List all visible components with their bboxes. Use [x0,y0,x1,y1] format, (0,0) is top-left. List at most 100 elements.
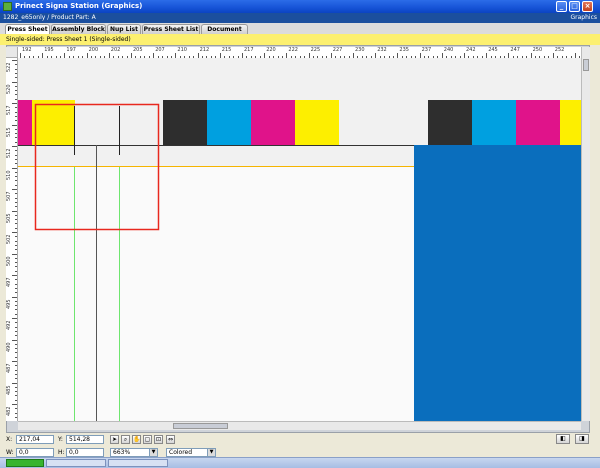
ruler-label: 197 [66,47,76,53]
ruler-tick [15,111,17,113]
close-button[interactable]: × [582,1,593,12]
panel-right-icon[interactable]: ◨ [575,434,589,444]
status-indicator [6,459,44,467]
ruler-corner [6,47,18,58]
ruler-label: 210 [177,47,187,53]
tab-document[interactable]: Document [201,24,248,34]
ruler-label: 242 [466,47,476,53]
ruler-tick [15,378,17,380]
w-label: W: [6,449,14,456]
ruler-tick [15,90,17,92]
ruler-tick [15,391,17,393]
ruler-tick [15,68,17,70]
ruler-label: 225 [310,47,321,53]
ruler-tick [15,352,17,354]
tab-press-sheet[interactable]: Press Sheet [5,24,50,34]
chevron-down-icon[interactable]: ▼ [207,449,215,456]
ruler-tick [15,292,17,294]
ruler-label: 500 [6,255,12,266]
horizontal-scrollbar[interactable] [18,421,581,430]
ruler-label: 215 [221,47,232,53]
ruler-tick [15,244,17,246]
ruler-label: 505 [6,212,12,223]
magenta-patch [251,100,295,145]
ruler-tick [15,184,17,186]
x-coordinate-field[interactable]: 217,04 [16,435,54,444]
ruler-label: 482 [6,406,12,416]
ruler-tick [12,361,17,362]
ruler-tick [15,330,17,332]
ruler-label: 227 [332,47,343,53]
ruler-tick [15,120,17,122]
ruler-label: 520 [6,83,12,94]
h-label: H: [58,449,65,456]
color-mode-select[interactable]: Colored ▼ [166,448,216,457]
zoom-select[interactable]: 663% ▼ [110,448,158,457]
select-tool-icon[interactable]: ▢ [143,435,152,444]
ruler-tick [12,253,17,255]
y-coordinate-field[interactable]: 514,28 [66,435,104,444]
ruler-tick [12,189,17,190]
ruler-label: 202 [110,47,121,53]
minimize-button[interactable]: _ [556,1,567,12]
magenta-patch [18,100,32,145]
ruler-label: 217 [244,47,254,53]
ruler-tick [15,257,17,259]
ruler-tick [15,266,17,268]
status-segment [46,459,106,467]
yellow-patch [32,100,75,145]
vertical-scroll-thumb[interactable] [583,59,589,71]
width-field[interactable]: 0,0 [16,448,54,457]
ruler-label: 220 [266,47,276,53]
press-sheet-canvas[interactable] [18,58,581,421]
maximize-button[interactable]: □ [569,1,580,12]
ruler-label: 522 [6,62,12,72]
chevron-down-icon[interactable]: ▼ [149,449,157,456]
fit-tool-icon[interactable]: ⊡ [154,435,163,444]
ruler-label: 252 [554,47,565,53]
ruler-label: 495 [6,298,12,309]
ruler-tick [15,141,17,143]
hand-tool-icon[interactable]: ✋ [132,435,141,444]
ruler-tick [15,412,17,414]
black-patch [163,100,207,145]
sheet-graphics [18,58,581,421]
ruler-label: 205 [133,47,143,53]
ruler-tick [15,180,17,182]
height-field[interactable]: 0,0 [66,448,104,457]
arrow-tool-icon[interactable]: ➤ [110,435,119,444]
ruler-tick [15,343,17,345]
window-title: Prinect Signa Station (Graphics) [15,2,143,10]
ruler-label: 490 [6,341,12,352]
panel-left-icon[interactable]: ◧ [556,434,570,444]
ruler-tick [15,386,17,388]
vertical-scrollbar[interactable] [581,47,590,421]
ruler-tick [12,232,17,233]
ruler-label: 240 [443,47,454,53]
title-bar: Prinect Signa Station (Graphics) _ □ × [0,0,600,13]
yellow-patch [295,100,339,145]
ruler-label: 250 [532,47,543,53]
sheet-info-bar: Single-sided: Press Sheet 1 (Single-side… [0,34,600,45]
tab-assembly-block[interactable]: Assembly Block [51,24,106,34]
tab-press-sheet-list[interactable]: Press Sheet List [142,24,200,34]
tab-nup-list[interactable]: Nup List [107,24,141,34]
ruler-tick [15,171,17,173]
ruler-tick [12,275,17,276]
ruler-tick [15,223,17,225]
horizontal-scroll-thumb[interactable] [173,423,228,429]
tab-bar: Press Sheet Assembly Block Nup List Pres… [0,23,600,34]
ruler-tick [15,356,17,358]
ruler-label: 237 [421,47,432,53]
ruler-label: 497 [6,277,12,287]
document-path: 1282_e65only / Product Part: A [3,14,96,21]
cyan-patch [472,100,516,145]
ruler-label: 485 [6,384,12,395]
ruler-tick [15,300,17,302]
ruler-label: 492 [6,320,12,330]
zoom-tool-icon[interactable]: ⌕ [121,435,130,444]
ruler-label: 195 [44,47,54,53]
ruler-tick [15,249,17,251]
color-mode-value: Colored [169,449,193,456]
measure-tool-icon[interactable]: ⇔ [166,435,175,444]
